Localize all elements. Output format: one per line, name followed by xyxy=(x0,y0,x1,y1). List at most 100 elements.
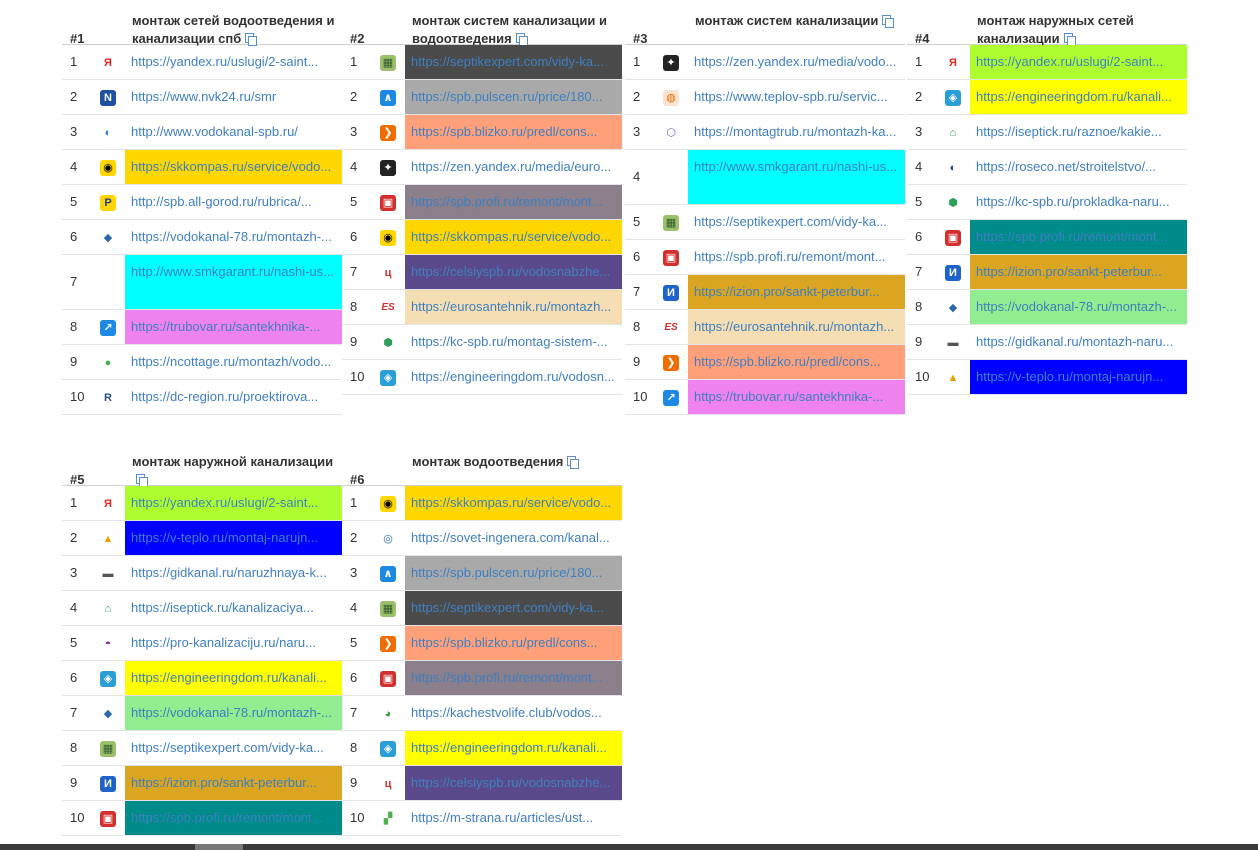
result-url-link[interactable]: https://sovet-ingenera.com/kanal... xyxy=(405,521,622,555)
result-url-link[interactable]: https://eurosantehnik.ru/montazh... xyxy=(688,310,905,344)
result-rank: 5 xyxy=(915,194,923,209)
copy-icon[interactable] xyxy=(515,33,528,46)
result-url-link[interactable]: https://spb.profi.ru/remont/mont... xyxy=(688,240,905,274)
result-url-link[interactable]: https://yandex.ru/uslugi/2-saint... xyxy=(125,45,342,79)
result-url-link[interactable]: https://spb.pulscen.ru/price/180... xyxy=(405,80,622,114)
serp-panel-1: #1 монтаж сетей водоотведения и канализац… xyxy=(62,0,342,415)
result-rank: 10 xyxy=(915,369,930,384)
result-url-link[interactable]: https://engineeringdom.ru/kanali... xyxy=(970,80,1187,114)
result-url-link[interactable]: https://zen.yandex.ru/media/vodo... xyxy=(688,45,905,79)
result-url-link[interactable]: https://izion.pro/sankt-peterbur... xyxy=(688,275,905,309)
result-url-link[interactable]: https://spb.profi.ru/remont/mont... xyxy=(405,661,622,695)
result-url-link[interactable]: https://skkompas.ru/service/vodo... xyxy=(405,220,622,254)
result-url-link[interactable]: https://vodokanal-78.ru/montazh-... xyxy=(125,220,342,254)
result-url-link[interactable]: https://iseptick.ru/kanalizaciya... xyxy=(125,591,342,625)
result-url-link[interactable]: https://septikexpert.com/vidy-ka... xyxy=(405,591,622,625)
serp-panel-2: #2 монтаж систем канализации и водоотведе… xyxy=(342,0,622,395)
result-row: 8 ◈ https://engineeringdom.ru/kanali... xyxy=(342,731,622,766)
result-url-link[interactable]: https://celsiyspb.ru/vodosnabzhe... xyxy=(405,255,622,289)
result-rank: 9 xyxy=(633,354,641,369)
panel-number: #3 xyxy=(633,31,648,46)
result-url-link[interactable]: https://septikexpert.com/vidy-ka... xyxy=(688,205,905,239)
copy-icon[interactable] xyxy=(567,456,580,469)
result-url-link[interactable]: https://engineeringdom.ru/kanali... xyxy=(125,661,342,695)
query-title: монтаж наружных сетей канализации xyxy=(977,12,1182,48)
result-row: 6 ▣ https://spb.profi.ru/remont/mont... xyxy=(907,220,1187,255)
result-url-link[interactable]: https://izion.pro/sankt-peterbur... xyxy=(970,255,1187,289)
result-url-link[interactable]: https://ncottage.ru/montazh/vodo... xyxy=(125,345,342,379)
result-url-link[interactable]: https://kachestvolife.club/vodos... xyxy=(405,696,622,730)
result-rank: 4 xyxy=(350,600,358,615)
result-row: 2 ◈ https://engineeringdom.ru/kanali... xyxy=(907,80,1187,115)
celsiy-icon: ц xyxy=(384,267,392,279)
result-rank: 4 xyxy=(915,159,923,174)
result-url-link[interactable]: https://m-strana.ru/articles/ust... xyxy=(405,801,622,835)
result-url-link[interactable]: https://montagtrub.ru/montazh-ka... xyxy=(688,115,905,149)
result-url-link[interactable]: https://spb.blizko.ru/predl/cons... xyxy=(688,345,905,379)
result-url-link[interactable]: https://dc-region.ru/proektirova... xyxy=(125,380,342,414)
horizontal-scrollbar[interactable] xyxy=(0,844,1258,850)
result-url-link[interactable]: http://www.smkgarant.ru/nashi-us... xyxy=(125,255,342,309)
copy-icon[interactable] xyxy=(245,33,258,46)
result-url-link[interactable]: https://engineeringdom.ru/vodosn... xyxy=(405,360,622,394)
result-url-link[interactable]: https://www.teplov-spb.ru/servic... xyxy=(688,80,905,114)
result-url-link[interactable]: https://spb.profi.ru/remont/mont... xyxy=(125,801,342,835)
result-url-link[interactable]: https://yandex.ru/uslugi/2-saint... xyxy=(970,45,1187,79)
result-row: 10 ↗ https://trubovar.ru/santekhnika-... xyxy=(625,380,905,415)
result-row: 1 ◉ https://skkompas.ru/service/vodo... xyxy=(342,486,622,521)
eurosantehnik-icon: ES xyxy=(381,302,395,313)
result-url-link[interactable]: https://vodokanal-78.ru/montazh-... xyxy=(970,290,1187,324)
copy-icon[interactable] xyxy=(136,474,148,487)
result-url-link[interactable]: https://gidkanal.ru/naruzhnaya-k... xyxy=(125,556,342,590)
result-rank: 10 xyxy=(633,389,648,404)
result-url-link[interactable]: https://yandex.ru/uslugi/2-saint... xyxy=(125,486,342,520)
result-rank: 2 xyxy=(915,89,923,104)
copy-icon[interactable] xyxy=(1063,33,1076,46)
result-row: 2 ◎ https://sovet-ingenera.com/kanal... xyxy=(342,521,622,556)
iseptick-icon: ⌂ xyxy=(104,603,112,615)
result-url-link[interactable]: https://v-teplo.ru/montaj-narujn... xyxy=(970,360,1187,394)
result-row: 8 ES https://eurosantehnik.ru/montazh... xyxy=(625,310,905,345)
result-url-link[interactable]: https://gidkanal.ru/montazh-naru... xyxy=(970,325,1187,359)
result-url-link[interactable]: https://zen.yandex.ru/media/euro... xyxy=(405,150,622,184)
result-url-link[interactable]: http://www.vodokanal-spb.ru/ xyxy=(125,115,342,149)
result-row: 8 ▦ https://septikexpert.com/vidy-ka... xyxy=(62,731,342,766)
result-url-link[interactable]: https://spb.profi.ru/remont/mont... xyxy=(405,185,622,219)
result-url-link[interactable]: https://septikexpert.com/vidy-ka... xyxy=(405,45,622,79)
izion-icon: И xyxy=(663,285,679,301)
result-url-link[interactable]: https://roseco.net/stroitelstvo/... xyxy=(970,150,1187,184)
result-url-link[interactable]: https://www.nvk24.ru/smr xyxy=(125,80,342,114)
result-url-link[interactable]: http://spb.all-gorod.ru/rubrica/... xyxy=(125,185,342,219)
result-url-link[interactable]: https://spb.blizko.ru/predl/cons... xyxy=(405,626,622,660)
result-url-link[interactable]: https://trubovar.ru/santekhnika-... xyxy=(688,380,905,414)
result-row: 1 ▦ https://septikexpert.com/vidy-ka... xyxy=(342,45,622,80)
scrollbar-thumb[interactable] xyxy=(195,844,243,850)
result-url-link[interactable]: https://spb.blizko.ru/predl/cons... xyxy=(405,115,622,149)
result-url-link[interactable]: https://engineeringdom.ru/kanali... xyxy=(405,731,622,765)
panel-header: #3 монтаж систем канализации xyxy=(625,0,905,46)
septikexpert-icon: ▦ xyxy=(380,55,396,71)
result-url-link[interactable]: https://vodokanal-78.ru/montazh-... xyxy=(125,696,342,730)
result-url-link[interactable]: https://spb.pulscen.ru/price/180... xyxy=(405,556,622,590)
query-title-text: монтаж систем канализации и водоотведени… xyxy=(412,13,607,46)
result-url-link[interactable]: https://kc-spb.ru/prokladka-naru... xyxy=(970,185,1187,219)
result-row: 4 ✦ https://zen.yandex.ru/media/euro... xyxy=(342,150,622,185)
result-url-link[interactable]: https://skkompas.ru/service/vodo... xyxy=(125,150,342,184)
result-row: 1 Яhttps://yandex.ru/uslugi/2-saint... xyxy=(62,486,342,521)
result-url-link[interactable]: http://www.smkgarant.ru/nashi-us... xyxy=(688,150,905,204)
serp-panel-5: #5 монтаж наружной канализации 1 Яhttps://y… xyxy=(62,441,342,836)
result-url-link[interactable]: https://eurosantehnik.ru/montazh... xyxy=(405,290,622,324)
result-row: 3 ⬡ https://montagtrub.ru/montazh-ka... xyxy=(625,115,905,150)
result-url-link[interactable]: https://pro-kanalizaciju.ru/naru... xyxy=(125,626,342,660)
result-url-link[interactable]: https://skkompas.ru/service/vodo... xyxy=(405,486,622,520)
result-url-link[interactable]: https://celsiyspb.ru/vodosnabzhe... xyxy=(405,766,622,800)
result-url-link[interactable]: https://spb.profi.ru/remont/mont... xyxy=(970,220,1187,254)
result-url-link[interactable]: https://kc-spb.ru/montag-sistem-... xyxy=(405,325,622,359)
result-url-link[interactable]: https://septikexpert.com/vidy-ka... xyxy=(125,731,342,765)
copy-icon[interactable] xyxy=(882,15,895,28)
result-url-link[interactable]: https://iseptick.ru/raznoe/kakie... xyxy=(970,115,1187,149)
result-url-link[interactable]: https://v-teplo.ru/montaj-narujn... xyxy=(125,521,342,555)
panel-number: #1 xyxy=(70,31,85,46)
result-url-link[interactable]: https://izion.pro/sankt-peterbur... xyxy=(125,766,342,800)
result-url-link[interactable]: https://trubovar.ru/santekhnika-... xyxy=(125,310,342,344)
